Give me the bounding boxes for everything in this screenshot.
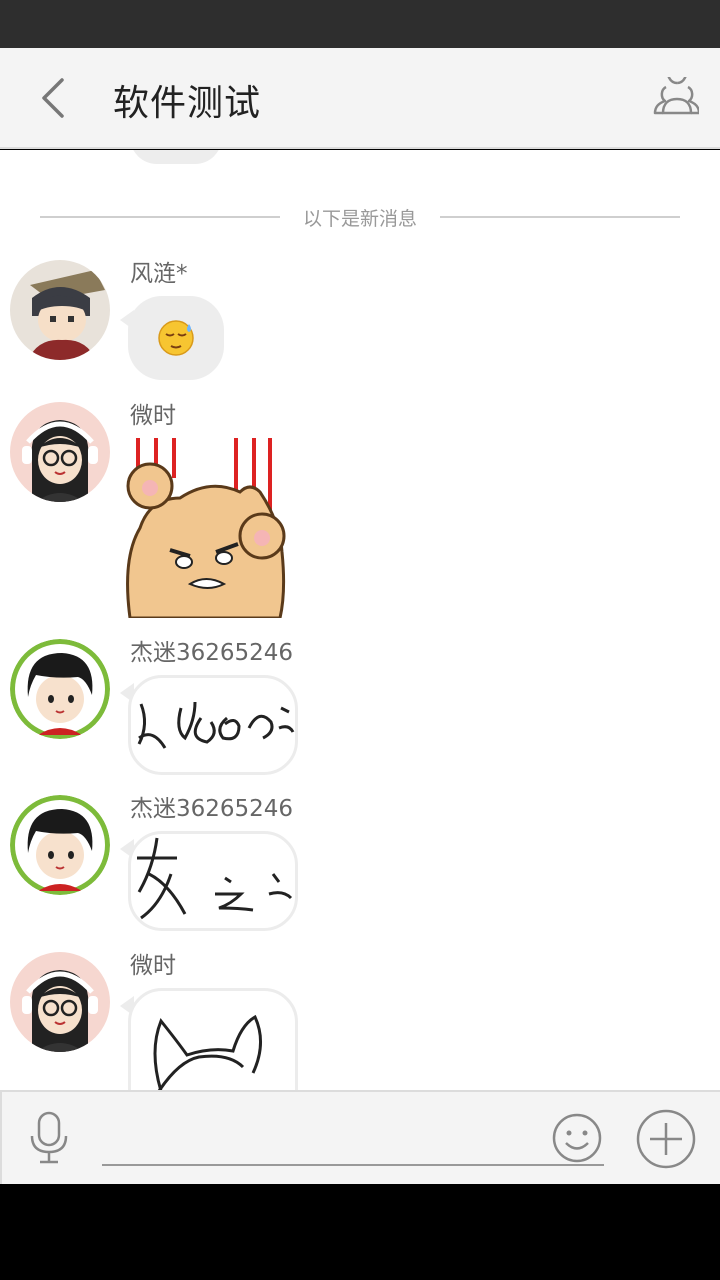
chat-message: 微时 bbox=[0, 952, 720, 1090]
back-button[interactable] bbox=[28, 72, 78, 124]
voice-input-button[interactable] bbox=[26, 1110, 72, 1166]
cat-sketch-image bbox=[153, 1014, 262, 1090]
chat-message: 杰迷36265246 bbox=[0, 639, 720, 779]
microphone-icon bbox=[30, 1111, 68, 1164]
message-bubble[interactable] bbox=[128, 988, 298, 1090]
group-members-icon bbox=[653, 77, 699, 115]
sender-name: 杰迷36265246 bbox=[130, 796, 294, 822]
sender-name: 风涟* bbox=[130, 261, 188, 287]
chat-message-list[interactable]: 以下是新消息 风涟* 微时 杰迷36265246 杰迷36265246 微时 bbox=[0, 150, 720, 1090]
sender-name: 微时 bbox=[130, 953, 176, 979]
handwriting-image bbox=[137, 701, 295, 749]
message-text-field[interactable] bbox=[102, 1108, 604, 1166]
sleepy-sweat-face-emoji bbox=[158, 320, 194, 356]
chat-message: 微时 bbox=[0, 402, 720, 622]
group-members-button[interactable] bbox=[640, 72, 706, 124]
handwriting-image bbox=[137, 837, 293, 920]
page-title: 软件测试 bbox=[113, 83, 262, 124]
plus-circle-icon bbox=[636, 1109, 696, 1169]
smiley-icon bbox=[552, 1113, 602, 1163]
sender-name: 杰迷36265246 bbox=[130, 640, 294, 666]
chat-header: 软件测试 bbox=[0, 48, 720, 149]
new-messages-divider: 以下是新消息 bbox=[40, 202, 680, 232]
message-input-bar bbox=[0, 1090, 720, 1184]
emoji-button[interactable] bbox=[551, 1112, 603, 1164]
avatar[interactable] bbox=[10, 952, 110, 1052]
angry-cat-scratching-sticker bbox=[126, 438, 286, 618]
avatar[interactable] bbox=[10, 260, 110, 360]
sender-name: 微时 bbox=[130, 403, 176, 429]
status-bar bbox=[0, 0, 720, 48]
chevron-left-icon bbox=[42, 78, 64, 118]
sticker-image[interactable] bbox=[120, 438, 290, 618]
avatar-boy-black-hair-icon bbox=[10, 795, 110, 895]
avatar[interactable] bbox=[10, 795, 110, 895]
message-bubble[interactable] bbox=[128, 675, 298, 775]
avatar-girl-glasses-icon bbox=[10, 952, 110, 1052]
message-bubble[interactable] bbox=[128, 831, 298, 931]
more-options-button[interactable] bbox=[635, 1108, 697, 1170]
avatar-boy-hat-icon bbox=[10, 260, 110, 360]
chat-message: 杰迷36265246 bbox=[0, 795, 720, 935]
avatar[interactable] bbox=[10, 639, 110, 739]
avatar[interactable] bbox=[10, 402, 110, 502]
chat-message: 风涟* bbox=[0, 260, 720, 390]
avatar-boy-black-hair-icon bbox=[10, 639, 110, 739]
previous-message-bubble[interactable] bbox=[130, 150, 222, 164]
avatar-girl-glasses-icon bbox=[10, 402, 110, 502]
divider-line bbox=[440, 216, 680, 218]
message-bubble[interactable] bbox=[128, 296, 224, 380]
